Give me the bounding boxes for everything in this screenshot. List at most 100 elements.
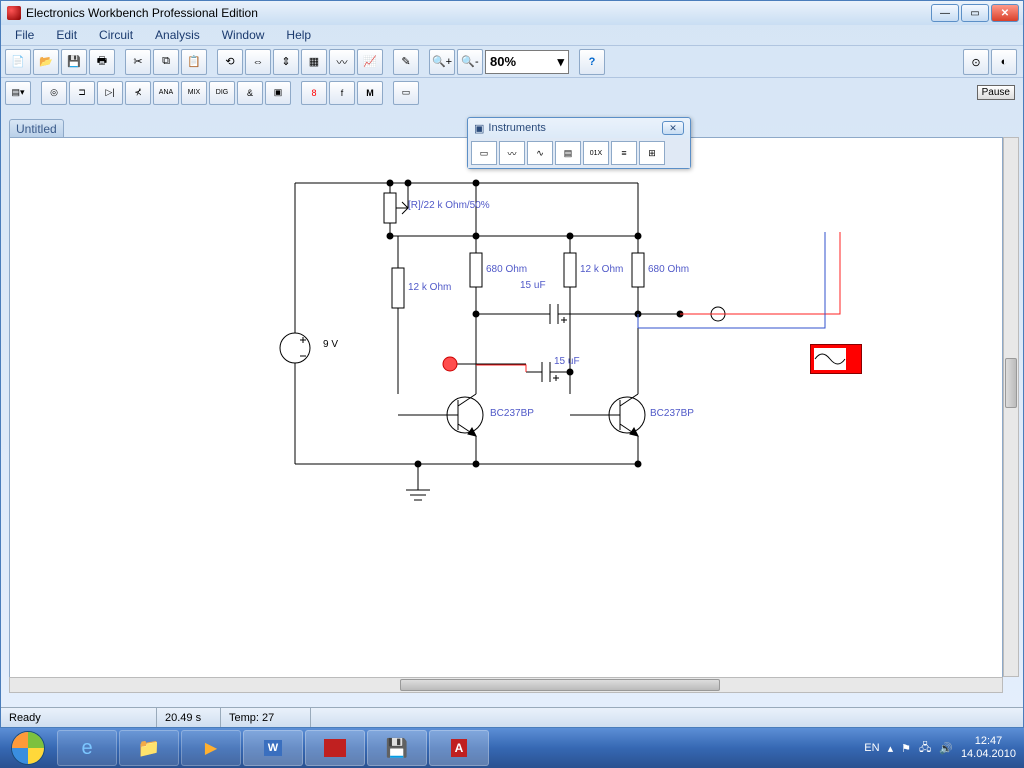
word-icon: W <box>264 740 282 756</box>
main-toolbar: 📄 📂 💾 🖶 ✂ ⧉ 📋 ⟲ ⇔ ⇕ ▦ 〰 📈 ✎ 🔍+ 🔍- 80%▾ ? <box>1 45 1023 77</box>
instrument-word-gen[interactable]: 01X <box>583 141 609 165</box>
sources-bin[interactable]: ◎ <box>41 81 67 105</box>
oscilloscope-instrument[interactable] <box>810 344 862 374</box>
instruments-bin[interactable]: ▭ <box>393 81 419 105</box>
basic-bin[interactable]: ⊐ <box>69 81 95 105</box>
instrument-bode[interactable]: ▤ <box>555 141 581 165</box>
task-adobe[interactable]: A <box>429 730 489 766</box>
maximize-button[interactable]: ▭ <box>961 4 989 22</box>
start-button[interactable] <box>0 728 56 768</box>
ie-icon: e <box>81 737 92 760</box>
instrument-logic-converter[interactable]: ⊞ <box>639 141 665 165</box>
zoom-out-button[interactable]: 🔍- <box>457 49 483 75</box>
label-r3: 12 k Ohm <box>580 264 623 275</box>
mixed-ics-bin[interactable]: MIX <box>181 81 207 105</box>
tray-network-icon[interactable]: 🖧 <box>919 739 931 758</box>
component-props-button[interactable]: ✎ <box>393 49 419 75</box>
instruments-panel[interactable]: ▣ Instruments ✕ ▭ 〰 ∿ ▤ 01X ≡ ⊞ <box>467 117 691 169</box>
taskbar[interactable]: e 📁 ▶ W 💾 A EN ▴ ⚑ 🖧 🔊 12:47 14.04.2010 <box>0 728 1024 768</box>
vertical-scrollbar[interactable] <box>1003 137 1019 677</box>
window-title: Electronics Workbench Professional Editi… <box>26 6 258 20</box>
minimize-button[interactable]: — <box>931 4 959 22</box>
open-button[interactable]: 📂 <box>33 49 59 75</box>
analog-ics-bin[interactable]: ANA <box>153 81 179 105</box>
menu-circuit[interactable]: Circuit <box>89 27 143 43</box>
flip-v-button[interactable]: ⇕ <box>273 49 299 75</box>
instruments-title: Instruments <box>488 122 545 134</box>
horizontal-scrollbar[interactable] <box>9 677 1003 693</box>
document-tab[interactable]: Untitled <box>9 119 64 138</box>
menu-window[interactable]: Window <box>212 27 275 43</box>
analysis-button[interactable]: 📈 <box>357 49 383 75</box>
disk-icon: 💾 <box>386 738 408 759</box>
paste-button[interactable]: 📋 <box>181 49 207 75</box>
menubar: File Edit Circuit Analysis Window Help <box>1 25 1023 45</box>
vscroll-thumb[interactable] <box>1005 358 1017 408</box>
menu-file[interactable]: File <box>5 27 44 43</box>
task-word[interactable]: W <box>243 730 303 766</box>
label-q2: BC237BP <box>650 408 694 419</box>
diodes-bin[interactable]: ▷| <box>97 81 123 105</box>
menu-edit[interactable]: Edit <box>46 27 87 43</box>
component-toolbar: ▤▾ ◎ ⊐ ▷| ⊀ ANA MIX DIG & ▣ 8 f M ▭ <box>1 77 1023 107</box>
system-tray[interactable]: EN ▴ ⚑ 🖧 🔊 12:47 14.04.2010 <box>864 735 1024 761</box>
switch-button-1[interactable]: ◐ <box>991 49 1017 75</box>
app-window: Electronics Workbench Professional Editi… <box>0 0 1024 728</box>
digital-ics-bin[interactable]: DIG <box>209 81 235 105</box>
task-ewb[interactable] <box>305 730 365 766</box>
schematic-canvas[interactable]: 9 V [R]/22 k Ohm/50% 12 k Ohm 680 Ohm 12… <box>9 137 1003 691</box>
tray-lang[interactable]: EN <box>864 742 879 754</box>
tray-clock[interactable]: 12:47 14.04.2010 <box>961 735 1016 761</box>
rotate-button[interactable]: ⟲ <box>217 49 243 75</box>
tray-volume-icon[interactable]: 🔊 <box>939 742 953 755</box>
zoom-select[interactable]: 80%▾ <box>485 50 569 74</box>
switch-button-0[interactable]: ⊙ <box>963 49 989 75</box>
misc-bin[interactable]: M <box>357 81 383 105</box>
label-r1: 12 k Ohm <box>408 282 451 293</box>
zoom-in-button[interactable]: 🔍+ <box>429 49 455 75</box>
task-save-dialog[interactable]: 💾 <box>367 730 427 766</box>
flip-h-button[interactable]: ⇔ <box>245 49 271 75</box>
app-icon <box>7 6 21 20</box>
new-button[interactable]: 📄 <box>5 49 31 75</box>
tray-show-hidden-icon[interactable]: ▴ <box>888 742 894 755</box>
label-c1: 15 uF <box>520 280 546 291</box>
help-button[interactable]: ? <box>579 49 605 75</box>
transistors-bin[interactable]: ⊀ <box>125 81 151 105</box>
cut-button[interactable]: ✂ <box>125 49 151 75</box>
digital-bin[interactable]: ▣ <box>265 81 291 105</box>
statusbar: Ready 20.49 s Temp: 27 <box>1 707 1023 727</box>
instrument-logic-analyzer[interactable]: ≡ <box>611 141 637 165</box>
logic-gates-bin[interactable]: & <box>237 81 263 105</box>
indicators-bin[interactable]: 8 <box>301 81 327 105</box>
instrument-oscilloscope[interactable]: ∿ <box>527 141 553 165</box>
favorites-bin[interactable]: ▤▾ <box>5 81 31 105</box>
titlebar[interactable]: Electronics Workbench Professional Editi… <box>1 1 1023 25</box>
menu-analysis[interactable]: Analysis <box>145 27 210 43</box>
status-spacer <box>311 708 1023 727</box>
save-button[interactable]: 💾 <box>61 49 87 75</box>
subcircuit-button[interactable]: ▦ <box>301 49 327 75</box>
instrument-function-gen[interactable]: 〰 <box>499 141 525 165</box>
pause-button[interactable]: Pause <box>977 85 1015 100</box>
print-button[interactable]: 🖶 <box>89 49 115 75</box>
close-button[interactable]: ✕ <box>991 4 1019 22</box>
hscroll-thumb[interactable] <box>400 679 720 691</box>
controls-bin[interactable]: f <box>329 81 355 105</box>
task-ie[interactable]: e <box>57 730 117 766</box>
task-explorer[interactable]: 📁 <box>119 730 179 766</box>
panel-icon: ▣ <box>474 122 484 135</box>
copy-button[interactable]: ⧉ <box>153 49 179 75</box>
label-pot: [R]/22 k Ohm/50% <box>408 200 490 211</box>
graph-button[interactable]: 〰 <box>329 49 355 75</box>
menu-help[interactable]: Help <box>276 27 321 43</box>
folder-icon: 📁 <box>138 738 160 759</box>
status-temp: Temp: 27 <box>221 708 311 727</box>
task-media[interactable]: ▶ <box>181 730 241 766</box>
instruments-close-button[interactable]: ✕ <box>662 121 684 135</box>
label-c2: 15 uF <box>554 356 580 367</box>
label-q1: BC237BP <box>490 408 534 419</box>
label-r4: 680 Ohm <box>648 264 689 275</box>
tray-flag-icon[interactable]: ⚑ <box>901 742 911 755</box>
instrument-multimeter[interactable]: ▭ <box>471 141 497 165</box>
